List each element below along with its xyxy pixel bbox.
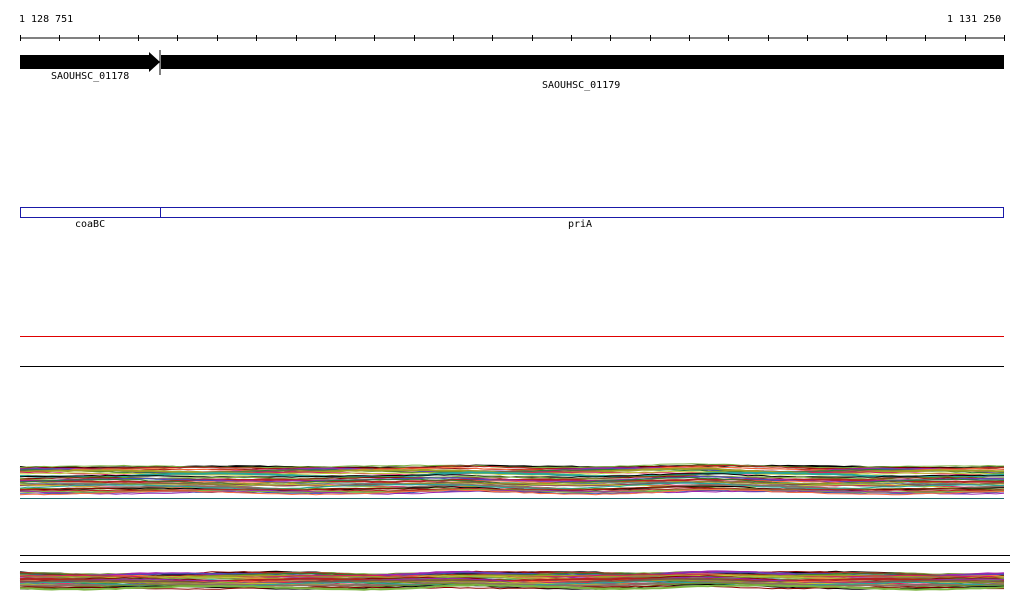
gene-label-saouhsc-01179: SAOUHSC_01179 [542,80,621,91]
annotation-box-coabc[interactable] [20,207,161,218]
genome-browser-view: 1 128 751 1 131 250 SAOUHSC_01178 SAOUHS… [0,0,1024,611]
annotation-track [20,207,1004,218]
tracks-canvas [19,35,1010,591]
annotation-box-pria[interactable] [160,207,1004,218]
annotation-label-coabc: coaBC [75,219,106,230]
annotation-label-pria: priA [568,219,593,230]
gene-label-saouhsc-01178: SAOUHSC_01178 [51,71,130,82]
gene-track [20,50,1004,75]
gene-arrow-saouhsc-01178[interactable] [20,52,160,72]
coordinate-ruler [20,35,1005,41]
coverage-track-reverse [19,570,1005,591]
coverage-track-forward [19,463,1005,496]
gene-bar-saouhsc-01179[interactable] [161,55,1004,69]
